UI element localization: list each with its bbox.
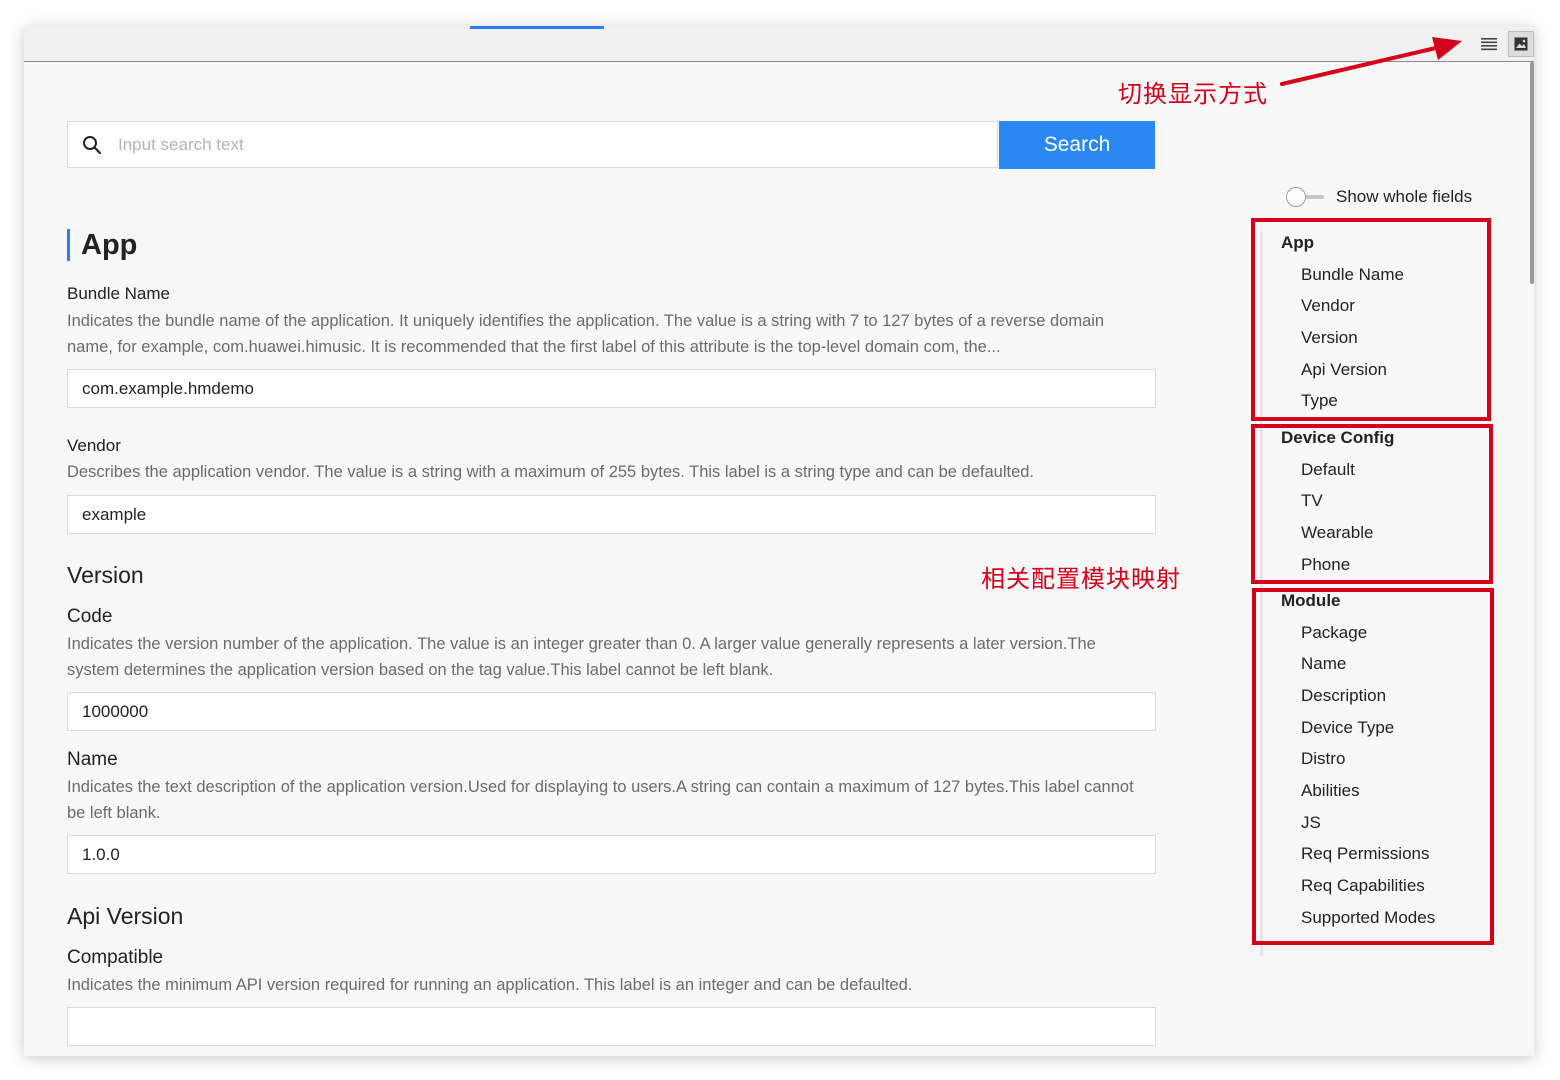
name-input[interactable] [67,835,1156,874]
app-window: Search App Bundle Name Indicates the bun… [24,26,1534,1056]
api-version-title: Api Version [67,903,184,929]
section-title-app: App [67,229,137,261]
code-description: Indicates the version number of the appl… [67,635,1096,679]
switch-knob [1286,187,1306,207]
show-whole-fields-label: Show whole fields [1336,187,1473,206]
code-label: Code [67,606,113,627]
bundle-name-label: Bundle Name [67,284,171,303]
vendor-input[interactable] [67,495,1156,534]
compatible-description: Indicates the minimum API version requir… [67,976,913,994]
bundle-name-input[interactable] [67,369,1156,408]
code-input[interactable] [67,692,1156,731]
vendor-label: Vendor [67,436,121,455]
show-whole-fields-switch[interactable] [1286,187,1326,207]
annotation-module-mapping: 相关配置模块映射 [981,566,1181,593]
version-title: Version [67,562,144,588]
name-description: Indicates the text description of the ap… [67,778,1134,822]
vendor-description: Describes the application vendor. The va… [67,463,1035,481]
annotation-box-app [1251,218,1491,421]
name-label: Name [67,749,118,770]
annotation-box-device-config [1251,424,1493,584]
compatible-label: Compatible [67,947,164,968]
annotation-arrow [1280,37,1462,86]
annotation-box-module [1252,588,1494,945]
show-whole-fields-toggle-row: Show whole fields [1286,187,1472,207]
bundle-name-description: Indicates the bundle name of the applica… [67,312,1105,356]
compatible-input[interactable] [67,1007,1156,1046]
